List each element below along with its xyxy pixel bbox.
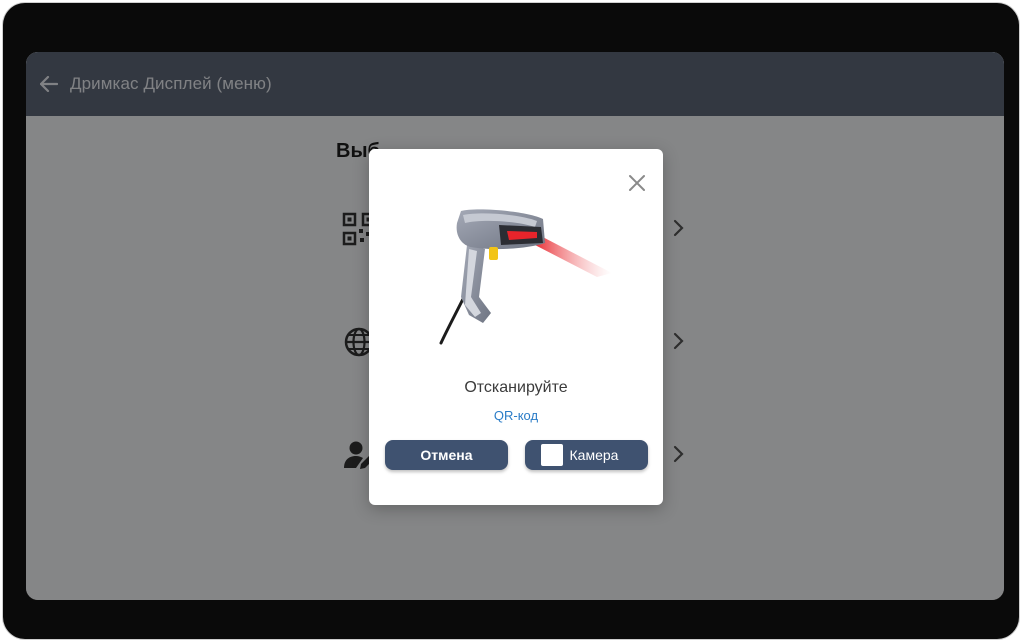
dialog-subtitle: QR-код bbox=[493, 408, 539, 423]
scan-dialog: Отсканируйте QR-код Отмена Камера bbox=[369, 149, 663, 505]
cancel-button-label: Отмена bbox=[420, 447, 473, 463]
camera-button-label: Камера bbox=[569, 447, 619, 463]
barcode-scanner-icon bbox=[439, 209, 612, 345]
camera-icon bbox=[540, 444, 563, 466]
device-frame: Дримкас Дисплей (меню) Выб Отсканируйте … bbox=[3, 3, 1019, 639]
camera-button[interactable]: Камера bbox=[525, 440, 648, 470]
dialog-title: Отсканируйте bbox=[464, 379, 568, 396]
close-icon[interactable] bbox=[625, 171, 649, 195]
cancel-button[interactable]: Отмена bbox=[385, 440, 508, 470]
app-screen: Дримкас Дисплей (меню) Выб Отсканируйте … bbox=[26, 52, 1004, 600]
